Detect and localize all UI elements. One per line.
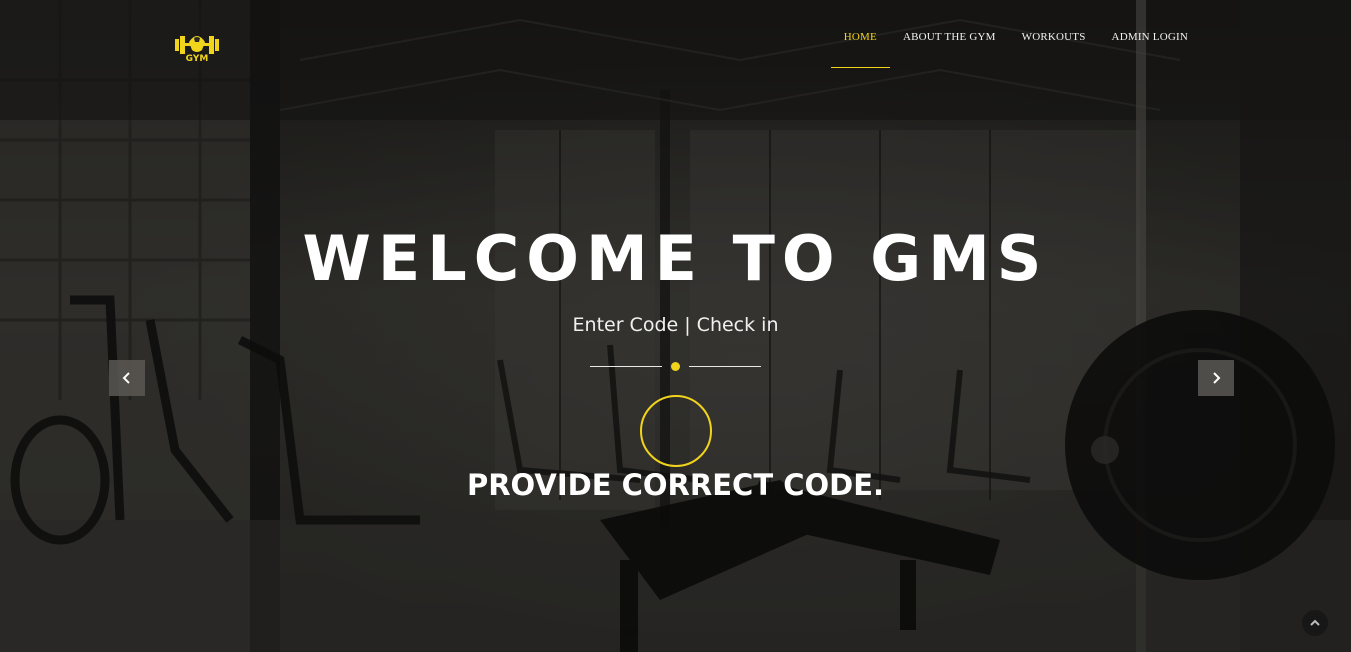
hero-title: WELCOME TO GMS <box>302 222 1049 295</box>
divider-dot <box>671 362 680 371</box>
nav-admin-login[interactable]: ADMIN LOGIN <box>1099 0 1201 67</box>
nav-about-the-gym[interactable]: ABOUT THE GYM <box>890 0 1009 67</box>
slider-next-button[interactable] <box>1198 360 1234 396</box>
slider-prev-button[interactable] <box>109 360 145 396</box>
svg-text:GYM: GYM <box>186 54 209 62</box>
nav-home[interactable]: HOME <box>830 0 890 68</box>
scroll-to-top-button[interactable] <box>1302 610 1328 636</box>
main-nav: HOME ABOUT THE GYM WORKOUTS ADMIN LOGIN <box>830 0 1201 68</box>
chevron-right-icon <box>1213 372 1221 384</box>
status-message: PROVIDE CORRECT CODE. <box>466 468 885 502</box>
divider-line-left <box>590 366 662 367</box>
title-divider <box>590 361 762 371</box>
code-entry-button[interactable] <box>640 395 712 467</box>
chevron-up-icon <box>1310 619 1320 626</box>
gym-logo-icon: GYM <box>175 36 219 64</box>
divider-line-right <box>689 366 761 367</box>
nav-workouts[interactable]: WORKOUTS <box>1009 0 1099 67</box>
hero-subtitle: Enter Code | Check in <box>572 314 779 336</box>
gym-logo[interactable]: GYM <box>175 30 219 64</box>
chevron-left-icon <box>122 372 130 384</box>
